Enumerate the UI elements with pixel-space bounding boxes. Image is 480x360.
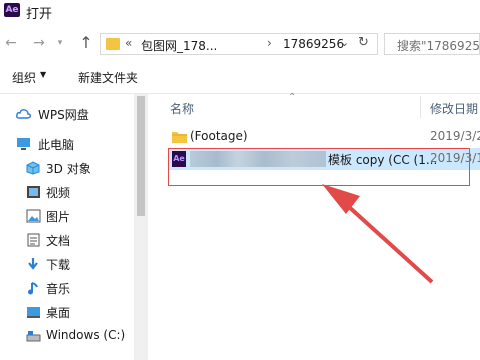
folder-icon: [106, 38, 120, 50]
sort-ascending-icon: ⌃: [288, 92, 297, 103]
breadcrumb-separator-icon[interactable]: ›: [267, 36, 272, 50]
scrollbar-thumb[interactable]: [137, 96, 145, 216]
column-divider[interactable]: [420, 96, 421, 118]
desktop-icon: [27, 307, 40, 318]
sidebar-item-desktop[interactable]: 桌面: [0, 302, 134, 324]
sidebar-scrollbar[interactable]: [134, 94, 148, 360]
sidebar-item-label: 视频: [46, 186, 71, 200]
sidebar-item-3d-objects[interactable]: 3D 对象: [0, 158, 134, 180]
picture-icon: [26, 209, 41, 223]
refresh-icon[interactable]: ↻: [358, 35, 372, 51]
command-toolbar: 组织 ▼ 新建文件夹: [0, 58, 480, 94]
navigation-pane: WPS网盘 此电脑 3D 对象 视频 图片 文档 下载 音乐 桌面 Window…: [0, 94, 148, 360]
new-folder-button[interactable]: 新建文件夹: [78, 69, 138, 86]
file-name: (Footage): [190, 129, 248, 143]
sidebar-item-this-pc[interactable]: 此电脑: [0, 134, 134, 156]
sidebar-item-label: 音乐: [46, 282, 71, 296]
breadcrumb-segment[interactable]: 17869256: [283, 37, 344, 51]
sidebar-item-label: 文档: [46, 234, 71, 248]
column-header: 名称 ⌃ 修改日期: [150, 92, 480, 120]
cube-icon: [26, 161, 40, 175]
breadcrumb-overflow-icon[interactable]: «: [125, 36, 132, 50]
recent-locations-chevron-icon[interactable]: ▾: [52, 35, 68, 51]
sidebar-item-label: 图片: [46, 210, 71, 224]
file-list: 名称 ⌃ 修改日期 (Footage) 2019/3/2 Ae 模板 copy …: [150, 92, 480, 360]
window-title: 打开: [26, 7, 53, 22]
download-icon: [28, 258, 38, 270]
search-box[interactable]: 搜索"17869256": [384, 33, 480, 55]
sidebar-item-pictures[interactable]: 图片: [0, 206, 134, 228]
breadcrumb-segment[interactable]: 包图网_178...: [141, 37, 217, 54]
sidebar-item-music[interactable]: 音乐: [0, 278, 134, 300]
sidebar-item-label: 桌面: [46, 306, 71, 320]
back-arrow-icon[interactable]: ←: [3, 35, 19, 51]
search-input[interactable]: 搜索"17869256": [397, 37, 479, 54]
title-bar: Ae 打开: [0, 0, 480, 30]
sidebar-item-videos[interactable]: 视频: [0, 182, 134, 204]
sidebar-item-downloads[interactable]: 下载: [0, 254, 134, 276]
address-bar[interactable]: « 包图网_178... › 17869256: [100, 33, 378, 55]
forward-arrow-icon[interactable]: →: [31, 35, 47, 51]
sidebar-item-label: WPS网盘: [38, 108, 89, 122]
sidebar-item-wps[interactable]: WPS网盘: [0, 104, 134, 126]
highlight-box-annotation: [168, 148, 470, 186]
organize-caret-icon[interactable]: ▼: [40, 70, 46, 79]
file-date: 2019/3/2: [430, 129, 480, 143]
up-arrow-icon[interactable]: ↑: [78, 35, 94, 51]
document-icon: [27, 233, 40, 247]
folder-icon: [172, 132, 187, 143]
sidebar-item-label: 3D 对象: [46, 162, 91, 176]
drive-icon: [26, 331, 41, 342]
music-icon: [28, 282, 38, 295]
sidebar-item-label: 下载: [46, 258, 71, 272]
column-date-header[interactable]: 修改日期: [430, 100, 478, 117]
address-dropdown-icon[interactable]: ⌄: [340, 36, 352, 52]
sidebar-item-documents[interactable]: 文档: [0, 230, 134, 252]
organize-button[interactable]: 组织: [12, 69, 36, 86]
computer-icon: [17, 138, 30, 150]
file-row-folder[interactable]: (Footage) 2019/3/2: [168, 126, 480, 148]
sidebar-item-label: Windows (C:): [46, 328, 126, 342]
cloud-icon: [16, 109, 31, 119]
sidebar-item-c-drive[interactable]: Windows (C:): [0, 326, 134, 348]
column-name-header[interactable]: 名称: [170, 100, 194, 117]
sidebar-item-label: 此电脑: [38, 138, 75, 152]
ae-app-icon: Ae: [4, 3, 20, 17]
video-icon: [27, 186, 40, 198]
